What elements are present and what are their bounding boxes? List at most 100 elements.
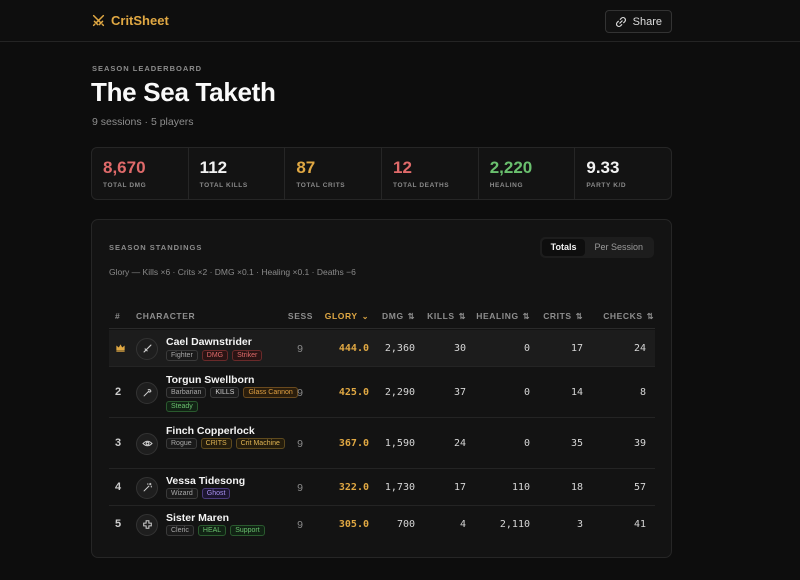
stat-value: 87: [296, 158, 316, 177]
character-tags: Barbarian KILLS Glass Cannon Steady: [166, 387, 316, 412]
rank-number: 4: [115, 480, 122, 493]
stats-strip: 8,670 TOTAL DMG 112 TOTAL KILLS 87 TOTAL CRIT…: [91, 147, 672, 200]
cell-sess: 9: [297, 386, 303, 399]
stat-label: TOTAL DMG: [103, 182, 147, 189]
column-header-label: CHARACTER: [136, 311, 196, 321]
crossed-swords-icon: [92, 14, 105, 27]
trait-badge: Ghost: [201, 488, 231, 499]
cell-crits: 3: [576, 518, 583, 530]
sort-icon: ⇅: [646, 312, 654, 321]
column-header-label: SESS: [287, 311, 313, 321]
stat-label: PARTY K/D: [586, 182, 627, 189]
brand-logo[interactable]: CritSheet: [92, 13, 169, 28]
rank-number: 3: [115, 436, 122, 449]
brand-name: CritSheet: [111, 13, 169, 28]
stat-card: 9.33 PARTY K/D: [575, 148, 671, 199]
cell-dmg: 1,730: [384, 481, 415, 493]
stat-card: 8,670 TOTAL DMG: [92, 148, 189, 199]
character-name[interactable]: Cael Dawnstrider: [166, 336, 252, 348]
cell-kills: 4: [459, 518, 466, 530]
column-header-label: CRITS: [543, 311, 572, 321]
sword-icon: [142, 343, 153, 354]
column-header-label: KILLS: [427, 311, 455, 321]
stat-value: 12: [393, 158, 412, 177]
column-header-glory[interactable]: GLORY ⌄: [325, 311, 369, 321]
column-header-healing[interactable]: HEALING ⇅: [476, 311, 530, 321]
table-row[interactable]: Cael Dawnstrider Fighter DMG Striker 9 444.0 2…: [109, 330, 655, 367]
column-header-checks[interactable]: CHECKS ⇅: [603, 311, 654, 321]
cell-kills: 24: [453, 437, 466, 449]
stat-label: TOTAL DEATHS: [393, 182, 450, 189]
cell-healing: 2,110: [499, 518, 530, 530]
avatar: [136, 337, 158, 360]
cell-crits: 18: [570, 481, 583, 493]
cell-crits: 17: [570, 342, 583, 354]
glory-formula: Glory — Kills ×6 · Crits ×2 · DMG ×0.1 ·…: [109, 267, 356, 277]
section-eyebrow: SEASON LEADERBOARD: [92, 64, 203, 73]
stat-value: 8,670: [103, 158, 146, 177]
avatar: [136, 513, 158, 536]
toggle-option-totals[interactable]: Totals: [541, 239, 586, 256]
trait-badge: KILLS: [210, 387, 240, 398]
trait-badge: Striker: [232, 350, 263, 361]
standings-card: SEASON STANDINGS Glory — Kills ×6 · Crit…: [91, 219, 672, 558]
table-row[interactable]: 4 Vessa Tidesong Wizard Ghost 9 322.0 1,730 17 1…: [109, 469, 655, 506]
column-header-label: HEALING: [476, 311, 519, 321]
table-row[interactable]: 2 Torgun Swellborn Barbarian KILLS Glass Can…: [109, 367, 655, 418]
column-header-dmg[interactable]: DMG ⇅: [382, 311, 415, 321]
page-title: The Sea Taketh: [91, 77, 276, 107]
sort-icon: ⇅: [407, 312, 415, 321]
standings-title: SEASON STANDINGS: [109, 243, 203, 252]
eye-icon: [141, 438, 153, 449]
column-header-crits[interactable]: CRITS ⇅: [543, 311, 583, 321]
stat-card: 12 TOTAL DEATHS: [382, 148, 479, 199]
stat-label: HEALING: [489, 182, 524, 189]
sort-icon: ⇅: [575, 312, 583, 321]
class-badge: Rogue: [166, 438, 197, 449]
cell-glory: 305.0: [338, 518, 369, 530]
cell-healing: 0: [523, 342, 530, 354]
character-name[interactable]: Finch Copperlock: [166, 425, 255, 437]
share-label: Share: [632, 15, 662, 28]
class-badge: Fighter: [166, 350, 198, 361]
share-button[interactable]: Share: [604, 10, 672, 33]
cell-dmg: 2,360: [384, 342, 415, 354]
trait-badge: Steady: [166, 401, 198, 412]
class-badge: Wizard: [166, 488, 198, 499]
class-badge: Cleric: [166, 525, 194, 536]
cell-kills: 17: [453, 481, 466, 493]
sort-icon: ⇅: [522, 312, 530, 321]
character-tags: Fighter DMG Striker: [166, 350, 316, 361]
cell-kills: 30: [453, 342, 466, 354]
page-subtitle: 9 sessions · 5 players: [92, 116, 194, 128]
cell-crits: 35: [570, 437, 583, 449]
view-toggle: Totals Per Session: [539, 237, 654, 258]
stat-card: 2,220 HEALING: [479, 148, 576, 199]
trait-badge: Support: [230, 525, 265, 536]
stat-card: 112 TOTAL KILLS: [189, 148, 286, 199]
character-name[interactable]: Torgun Swellborn: [166, 374, 254, 386]
table-row[interactable]: 3 Finch Copperlock Rogue CRITS Crit Machine 9…: [109, 418, 655, 469]
toggle-option-per-session[interactable]: Per Session: [585, 239, 652, 256]
cell-dmg: 2,290: [384, 386, 415, 398]
sort-icon: ⇅: [458, 312, 466, 321]
character-tags: Cleric HEAL Support: [166, 525, 316, 536]
cell-glory: 367.0: [338, 437, 369, 449]
cell-healing: 0: [523, 386, 530, 398]
column-header-label: GLORY: [324, 311, 358, 321]
table-row[interactable]: 5 Sister Maren Cleric HEAL Support 9 305.0 700 4…: [109, 506, 655, 543]
avatar: [136, 381, 158, 404]
column-header-kills[interactable]: KILLS ⇅: [427, 311, 466, 321]
stat-value: 112: [199, 158, 228, 177]
rank-number: 2: [115, 385, 122, 398]
cell-glory: 425.0: [338, 386, 369, 398]
cell-checks: 39: [633, 437, 646, 449]
plus-cross-icon: [142, 519, 153, 530]
trait-badge: CRITS: [200, 438, 232, 449]
cell-healing: 110: [511, 481, 530, 493]
trait-badge: Glass Cannon: [243, 387, 298, 398]
cell-crits: 14: [570, 386, 583, 398]
character-name[interactable]: Vessa Tidesong: [166, 475, 245, 487]
top-bar: CritSheet Share: [0, 0, 800, 42]
character-name[interactable]: Sister Maren: [166, 512, 229, 524]
